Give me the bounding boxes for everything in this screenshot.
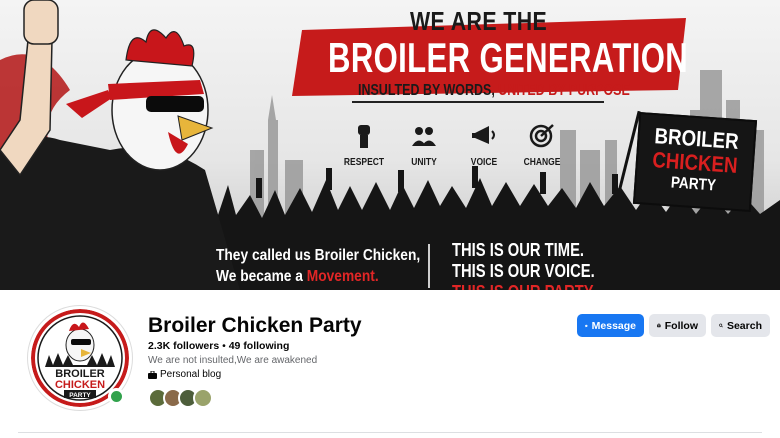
value-voice: VOICE xyxy=(454,122,514,168)
raised-fist-icon xyxy=(358,125,370,148)
cover-headline-main: BROILER GENERATION xyxy=(328,34,689,81)
follow-stats: 2.3K followers • 49 following xyxy=(148,340,289,352)
message-button[interactable]: Message xyxy=(577,314,644,337)
followers-count[interactable]: 2.3K followers xyxy=(148,340,219,352)
value-label-respect: RESPECT xyxy=(343,157,385,168)
message-button-label: Message xyxy=(591,319,636,332)
profile-category: Personal blog xyxy=(148,369,221,380)
value-unity: UNITY xyxy=(394,122,454,168)
caption-left-line-2: We became a Movement. xyxy=(216,266,420,287)
following-count[interactable]: 49 following xyxy=(229,340,290,352)
online-status-dot xyxy=(108,388,125,405)
cover-caption-right: THIS IS OUR TIME. THIS IS OUR VOICE. THI… xyxy=(452,240,595,290)
profile-bio: We are not insulted,We are awakened xyxy=(148,355,318,366)
follow-button-label: Follow xyxy=(664,319,698,332)
friend-avatar[interactable] xyxy=(193,388,213,408)
search-button[interactable]: Search xyxy=(711,314,770,337)
caption-right-line-3: THIS IS OUR PARTY xyxy=(452,282,595,290)
cover-tagline: INSULTED BY WORDS, UNITED BY PURPOSE xyxy=(358,82,630,100)
caption-left-line-1: They called us Broiler Chicken, xyxy=(216,247,421,264)
tagline-prefix: INSULTED BY WORDS, xyxy=(358,82,499,99)
party-flag: BROILER CHICKEN PARTY xyxy=(632,111,758,213)
cover-headline-banner: BROILER GENERATION xyxy=(292,22,688,88)
page-title: Broiler Chicken Party xyxy=(148,314,362,337)
target-icon xyxy=(529,124,554,148)
profile-header: BROILER CHICKEN PARTY Broiler Chicken Pa… xyxy=(0,290,780,438)
value-respect: RESPECT xyxy=(334,122,394,168)
stats-separator: • xyxy=(219,340,229,352)
caption-divider xyxy=(428,244,430,288)
value-label-unity: UNITY xyxy=(411,157,437,168)
caption-left-highlight: Movement. xyxy=(306,268,379,285)
follow-icon xyxy=(657,323,661,328)
value-label-voice: VOICE xyxy=(470,157,498,168)
briefcase-icon xyxy=(148,370,157,379)
caption-left-prefix: We became a xyxy=(216,268,307,285)
section-divider xyxy=(18,432,762,433)
messenger-icon xyxy=(585,324,588,327)
tagline-highlight: UNITED BY PURPOSE xyxy=(498,82,630,99)
cover-photo[interactable]: WE ARE THE BROILER GENERATION INSULTED B… xyxy=(0,0,780,290)
people-icon xyxy=(412,127,436,146)
caption-right-line-2: THIS IS OUR VOICE. xyxy=(452,261,595,281)
logo-line-2: CHICKEN xyxy=(55,379,105,391)
category-label: Personal blog xyxy=(160,369,222,380)
tagline-underline xyxy=(352,101,604,103)
logo-line-3: PARTY xyxy=(69,392,91,399)
caption-right-line-1: THIS IS OUR TIME. xyxy=(452,240,585,260)
value-label-change: CHANGE xyxy=(523,157,561,168)
search-button-label: Search xyxy=(726,319,762,332)
mutual-friends-avatars[interactable] xyxy=(148,388,213,408)
megaphone-icon xyxy=(472,126,495,144)
value-change: CHANGE xyxy=(512,122,572,168)
search-icon xyxy=(719,323,723,328)
follow-button[interactable]: Follow xyxy=(649,314,706,337)
cover-caption-left: They called us Broiler Chicken, We becam… xyxy=(216,245,420,287)
